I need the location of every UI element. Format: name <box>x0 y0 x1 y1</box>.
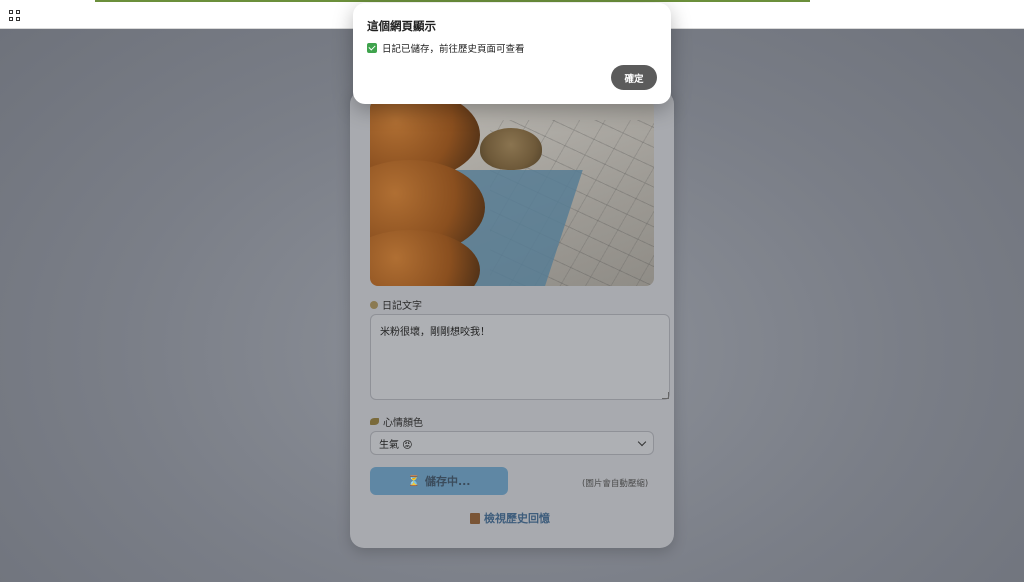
dialog-message-text: 日記已儲存，前往歷史頁面可查看 <box>382 44 525 55</box>
history-link[interactable]: 檢視歷史回憶 <box>470 510 550 526</box>
save-button[interactable]: ⏳ 儲存中... <box>370 467 508 495</box>
history-link-label: 檢視歷史回憶 <box>484 512 550 525</box>
notepad-icon <box>370 300 378 309</box>
diary-text-input[interactable]: 米粉很壞，剛剛想咬我！ <box>370 314 670 400</box>
mood-color-label: 心情顏色 <box>370 414 423 429</box>
compression-hint: (圖片會自動壓縮) <box>582 479 649 489</box>
palette-icon <box>370 418 379 425</box>
apps-grid-icon[interactable] <box>9 10 20 21</box>
dialog-message: 日記已儲存，前往歷史頁面可查看 <box>367 41 525 55</box>
alert-dialog: 這個網頁顯示 日記已儲存，前往歷史頁面可查看 確定 <box>353 3 671 104</box>
book-icon <box>470 512 480 524</box>
hourglass-icon: ⏳ <box>407 475 420 487</box>
ok-button[interactable]: 確定 <box>611 65 657 90</box>
page-load-accent-bar <box>95 0 810 2</box>
mood-select[interactable]: 生氣 😡 <box>370 431 654 455</box>
save-button-label: 儲存中... <box>424 475 471 488</box>
uploaded-photo <box>370 100 654 286</box>
chevron-down-icon <box>637 437 647 446</box>
mood-selected-value: 生氣 😡 <box>379 439 413 451</box>
check-mark-icon <box>367 43 377 53</box>
diary-text-label: 日記文字 <box>370 297 422 312</box>
resize-handle-icon[interactable] <box>662 392 669 399</box>
dialog-title: 這個網頁顯示 <box>367 19 436 33</box>
